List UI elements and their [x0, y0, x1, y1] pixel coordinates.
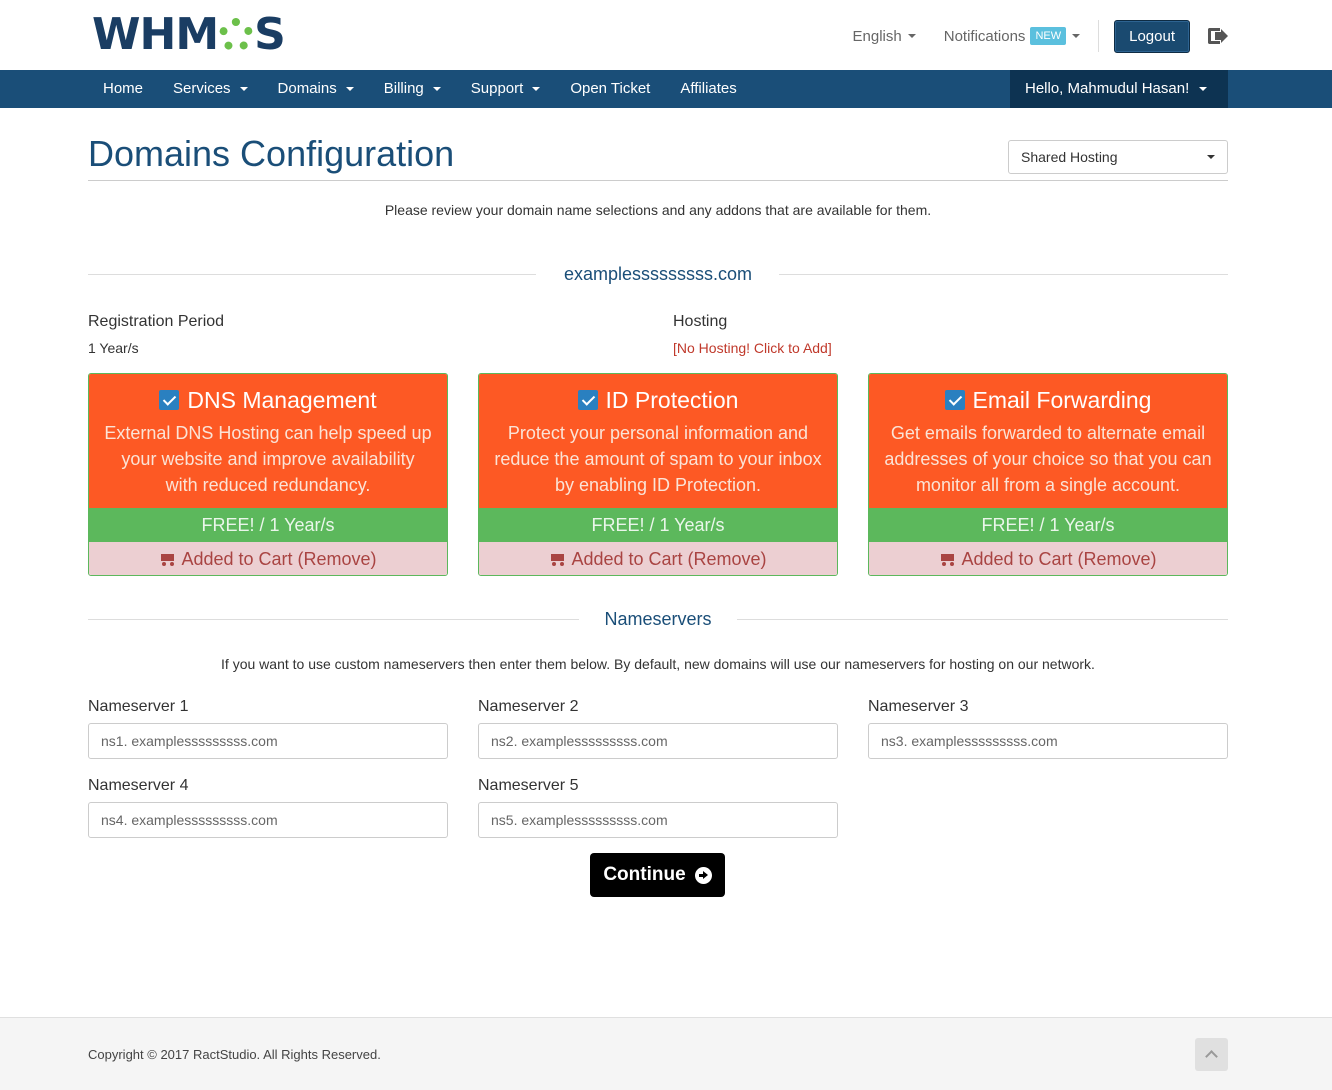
logout-button[interactable]: Logout	[1114, 19, 1190, 53]
caret-down-icon	[432, 87, 441, 91]
logo-text-left: WHM	[92, 9, 219, 60]
nav-menu: Home Services Domains Billing Support Op…	[88, 70, 752, 108]
nameserver-1-label: Nameserver 1	[88, 698, 189, 715]
nameserver-2-input[interactable]	[478, 723, 838, 759]
caret-down-icon	[532, 87, 541, 91]
nav-label: Affiliates	[680, 80, 737, 97]
remove-from-cart-button[interactable]: Added to Cart (Remove)	[869, 542, 1227, 575]
addon-description: External DNS Hosting can help speed up y…	[104, 423, 432, 495]
nav-label: Services	[173, 80, 231, 97]
nameserver-5-label: Nameserver 5	[478, 777, 579, 794]
checkbox-checked-icon[interactable]	[944, 390, 965, 410]
shopping-cart-icon	[939, 553, 955, 566]
nav-label: Support	[470, 80, 524, 97]
addon-title: ID Protection	[605, 386, 739, 413]
domain-section-header: examplesssssssss.com	[88, 262, 1228, 286]
addon-title: DNS Management	[187, 386, 377, 413]
category-select[interactable]: Shared Hosting	[1008, 140, 1228, 174]
page-header: Domains Configuration Shared Hosting	[88, 132, 1228, 181]
logo-text-right: S	[254, 9, 286, 60]
whmcs-logo[interactable]: WHM S	[92, 9, 286, 60]
addon-description: Get emails forwarded to alternate email …	[884, 423, 1212, 495]
checkbox-checked-icon[interactable]	[577, 390, 598, 410]
hosting-label: Hosting	[673, 313, 728, 330]
caret-down-icon	[345, 87, 354, 91]
cart-status-label: Added to Cart (Remove)	[571, 549, 767, 569]
page-title: Domains Configuration	[88, 133, 455, 174]
nav-item-home[interactable]: Home	[88, 70, 158, 108]
addon-email-forwarding[interactable]: Email Forwarding Get emails forwarded to…	[868, 373, 1228, 576]
nav-item-services[interactable]: Services	[158, 70, 263, 108]
nav-item-domains[interactable]: Domains	[263, 70, 369, 108]
remove-from-cart-button[interactable]: Added to Cart (Remove)	[479, 542, 837, 575]
user-greeting: Hello, Mahmudul Hasan!	[1025, 80, 1190, 97]
addon-id-protection[interactable]: ID Protection Protect your personal info…	[478, 373, 838, 576]
nameservers-section-header: Nameservers	[88, 607, 1228, 631]
registration-period-label: Registration Period	[88, 313, 225, 330]
caret-down-icon	[1207, 155, 1215, 159]
addon-title: Email Forwarding	[972, 386, 1152, 413]
shopping-cart-icon	[159, 553, 175, 566]
nav-label: Billing	[383, 80, 424, 97]
intro-text: Please review your domain name selection…	[384, 202, 932, 218]
top-right-menu: English Notifications NEW Logout	[853, 19, 1228, 53]
nameserver-3-label: Nameserver 3	[868, 698, 969, 715]
top-header: WHM S English Notifications NEW Logout	[0, 0, 1332, 70]
back-to-top-button[interactable]	[1195, 1038, 1228, 1071]
addon-description: Protect your personal information and re…	[494, 423, 822, 495]
registration-period-value: 1 Year/s	[88, 340, 139, 356]
nameserver-4-input[interactable]	[88, 802, 448, 838]
nav-item-billing[interactable]: Billing	[369, 70, 456, 108]
nav-label: Home	[103, 80, 144, 97]
nameserver-4-label: Nameserver 4	[88, 777, 189, 794]
domain-name: examplesssssssss.com	[541, 264, 775, 284]
addon-price: FREE! / 1 Year/s	[869, 508, 1227, 542]
language-dropdown[interactable]: English	[853, 28, 916, 45]
addon-dns-management[interactable]: DNS Management External DNS Hosting can …	[88, 373, 448, 576]
continue-label: Continue	[603, 864, 686, 885]
addon-price: FREE! / 1 Year/s	[479, 508, 837, 542]
add-hosting-link[interactable]: [No Hosting! Click to Add]	[673, 340, 832, 356]
caret-down-icon	[239, 87, 248, 91]
addon-price: FREE! / 1 Year/s	[89, 508, 447, 542]
nameserver-2-label: Nameserver 2	[478, 698, 579, 715]
new-badge: NEW	[1030, 27, 1067, 45]
copyright-text: Copyright © 2017 RactStudio. All Rights …	[88, 1047, 381, 1062]
category-select-value: Shared Hosting	[1021, 149, 1118, 165]
nameserver-5-input[interactable]	[478, 802, 838, 838]
caret-down-icon	[907, 34, 916, 38]
checkbox-checked-icon[interactable]	[159, 390, 180, 410]
nameserver-1-input[interactable]	[88, 723, 448, 759]
user-account-dropdown[interactable]: Hello, Mahmudul Hasan!	[1010, 70, 1228, 108]
shopping-cart-icon	[549, 553, 565, 566]
arrow-circle-right-icon	[694, 866, 712, 884]
nav-label: Domains	[277, 80, 337, 97]
notifications-label: Notifications	[943, 27, 1026, 45]
divider	[1098, 20, 1100, 52]
continue-button[interactable]: Continue	[590, 853, 725, 897]
nameservers-intro: If you want to use custom nameservers th…	[221, 656, 1095, 672]
cart-status-label: Added to Cart (Remove)	[181, 549, 377, 569]
notifications-dropdown[interactable]: Notifications NEW	[943, 27, 1081, 45]
language-label: English	[852, 27, 902, 45]
nav-item-support[interactable]: Support	[456, 70, 556, 108]
sign-out-icon[interactable]	[1208, 27, 1228, 45]
caret-down-icon	[1072, 34, 1081, 38]
cart-status-label: Added to Cart (Remove)	[961, 549, 1157, 569]
footer: Copyright © 2017 RactStudio. All Rights …	[0, 1017, 1332, 1090]
remove-from-cart-button[interactable]: Added to Cart (Remove)	[89, 542, 447, 575]
caret-down-icon	[1199, 87, 1208, 91]
nameservers-heading: Nameservers	[582, 609, 734, 629]
nav-item-affiliates[interactable]: Affiliates	[665, 70, 751, 108]
nameserver-3-input[interactable]	[868, 723, 1228, 759]
nav-label: Open Ticket	[570, 80, 651, 97]
gear-icon	[219, 18, 254, 52]
nav-item-open-ticket[interactable]: Open Ticket	[555, 70, 665, 108]
main-navbar: Home Services Domains Billing Support Op…	[0, 70, 1332, 108]
